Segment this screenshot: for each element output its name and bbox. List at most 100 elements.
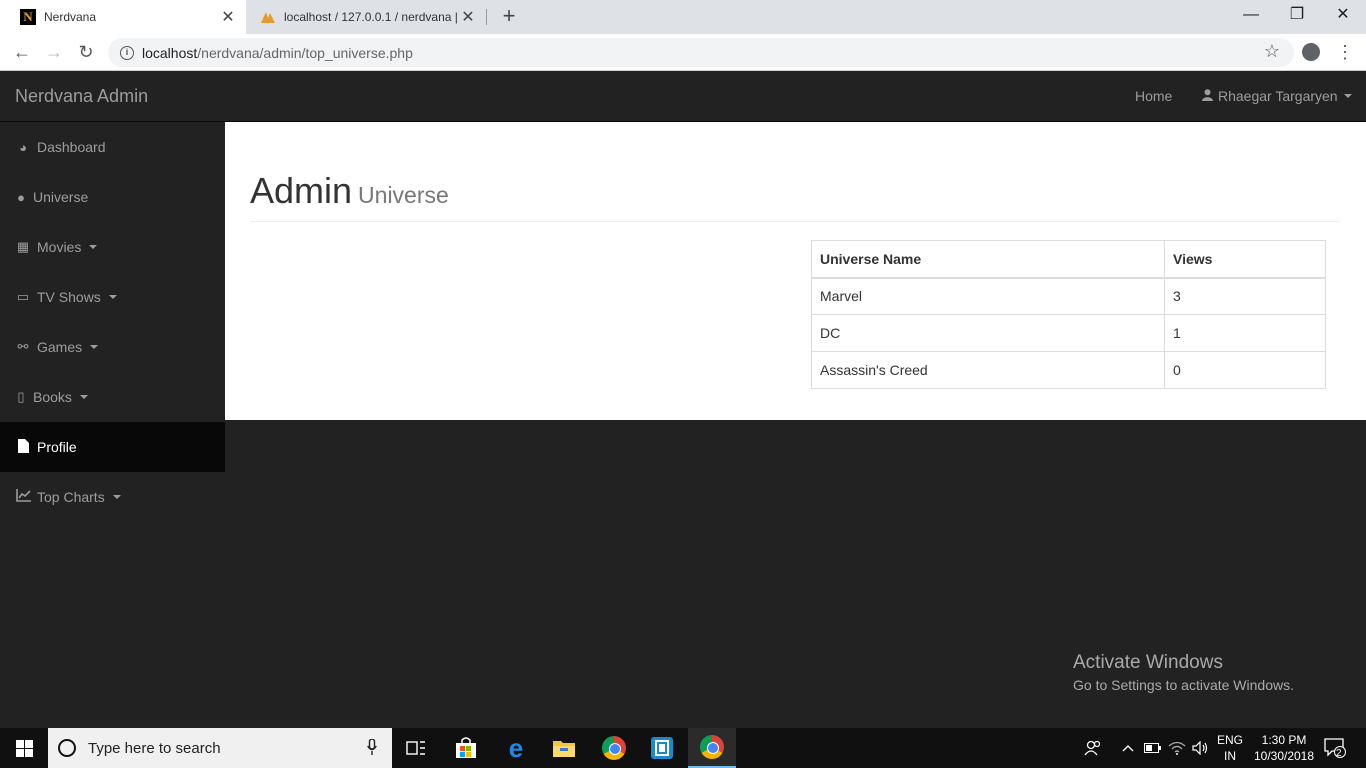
sidebar-item-tv-shows[interactable]: ▭ TV Shows (0, 272, 225, 322)
caret-down-icon (79, 395, 88, 399)
region-code: IN (1224, 749, 1236, 763)
views-cell: 1 (1164, 314, 1326, 352)
bookmark-star-icon[interactable]: ☆ (1264, 41, 1280, 62)
sidebar-item-books[interactable]: ▯ Books (0, 372, 225, 422)
gamepad-icon: ⚯ (17, 339, 29, 354)
taskbar-search-input[interactable]: Type here to search (48, 728, 392, 768)
sidebar-item-movies[interactable]: ▦ Movies (0, 222, 225, 272)
dashboard-icon: ◕ (19, 139, 27, 155)
volume-icon[interactable] (1192, 728, 1210, 768)
nerdvana-favicon-icon: N (20, 9, 36, 25)
url-host: localhost (142, 44, 198, 61)
store-icon[interactable] (442, 728, 490, 768)
tab-title: localhost / 127.0.0.1 / nerdvana | (284, 10, 458, 24)
close-window-icon[interactable]: ✕ (1320, 0, 1366, 30)
url-input[interactable]: i localhost/nerdvana/admin/top_universe.… (108, 38, 1294, 67)
language-code: ENG (1216, 733, 1243, 747)
restore-icon[interactable]: ❐ (1274, 0, 1320, 30)
windows-logo-icon (15, 739, 33, 757)
sidebar: ◕ Dashboard ● Universe ▦ Movies ▭ TV Sho… (0, 122, 225, 728)
page-title: Admin (250, 170, 353, 211)
column-header-universe-name: Universe Name (811, 240, 1165, 279)
action-center-icon[interactable]: 2 (1324, 728, 1346, 768)
sidebar-item-label: TV Shows (37, 289, 101, 305)
user-dropdown[interactable]: Rhaegar Targaryen (1202, 88, 1352, 104)
caret-down-icon (89, 245, 98, 249)
views-cell: 3 (1164, 277, 1326, 315)
table-row: Assassin's Creed 0 (811, 351, 1326, 389)
tab-nerdvana[interactable]: N Nerdvana ✕ (0, 0, 246, 34)
page-header: Admin Universe (250, 170, 1340, 222)
file-icon (15, 438, 31, 456)
sidebar-item-label: Universe (33, 189, 89, 205)
notification-count: 2 (1336, 748, 1342, 759)
people-icon[interactable] (1084, 728, 1102, 768)
universe-name-cell: Assassin's Creed (811, 351, 1165, 389)
main-content: Admin Universe Universe Name Views Marvel… (225, 122, 1366, 420)
sidebar-item-universe[interactable]: ● Universe (0, 172, 225, 222)
file-explorer-icon[interactable] (540, 728, 588, 768)
close-tab-icon[interactable]: ✕ (220, 7, 236, 27)
chrome-icon[interactable] (590, 728, 638, 768)
table-header-row: Universe Name Views (811, 240, 1326, 279)
address-bar: ← → ↻ i localhost/nerdvana/admin/top_uni… (0, 34, 1366, 71)
new-tab-icon[interactable]: + (498, 4, 520, 28)
tab-phpmyadmin[interactable]: localhost / 127.0.0.1 / nerdvana | ✕ (252, 0, 486, 34)
sidebar-item-top-charts[interactable]: Top Charts (0, 472, 225, 522)
tab-separator (486, 9, 487, 25)
table-row: Marvel 3 (811, 277, 1326, 315)
show-hidden-icons-icon[interactable] (1122, 728, 1134, 768)
caret-down-icon (90, 345, 99, 349)
universe-name-cell: DC (811, 314, 1165, 352)
profile-avatar-icon[interactable] (1302, 43, 1320, 61)
caret-down-icon (1343, 94, 1352, 98)
universe-table: Universe Name Views Marvel 3 DC 1 Assass… (811, 240, 1326, 389)
browser-menu-icon[interactable]: ⋮ (1336, 42, 1354, 62)
start-button[interactable] (0, 728, 48, 768)
minimize-icon[interactable]: — (1228, 0, 1274, 30)
microphone-icon[interactable] (362, 737, 382, 758)
chrome-active-icon[interactable] (688, 728, 736, 768)
watermark-subtitle: Go to Settings to activate Windows. (1073, 677, 1294, 693)
column-header-views: Views (1164, 240, 1326, 279)
close-tab-icon[interactable]: ✕ (460, 7, 476, 27)
user-icon (1202, 88, 1213, 104)
tab-title: Nerdvana (44, 10, 97, 24)
forward-icon[interactable]: → (40, 39, 68, 65)
views-cell: 0 (1164, 351, 1326, 389)
system-clock[interactable]: 1:30 PM 10/30/2018 (1252, 732, 1316, 764)
film-icon: ▦ (16, 239, 30, 254)
sidebar-item-profile[interactable]: Profile (0, 422, 225, 472)
desktop-icon: ▭ (16, 289, 30, 304)
clock-time: 1:30 PM (1261, 733, 1307, 747)
wifi-icon[interactable] (1168, 728, 1186, 768)
line-chart-icon (15, 489, 31, 505)
book-icon: ▯ (17, 389, 25, 404)
app-icon[interactable] (638, 728, 686, 768)
task-view-icon[interactable] (392, 728, 440, 768)
site-info-icon[interactable]: i (120, 45, 134, 60)
browser-tab-bar: N Nerdvana ✕ localhost / 127.0.0.1 / ner… (0, 0, 1366, 34)
sidebar-item-label: Movies (37, 239, 82, 255)
phpmyadmin-favicon-icon (260, 9, 276, 25)
page-subtitle: Universe (358, 182, 449, 208)
windows-taskbar: Type here to search e ENG IN 1:30 PM 10/… (0, 728, 1366, 768)
nav-home-link[interactable]: Home (1135, 88, 1172, 104)
user-name: Rhaegar Targaryen (1218, 88, 1338, 104)
back-icon[interactable]: ← (8, 39, 36, 65)
sidebar-item-label: Games (37, 339, 83, 355)
cortana-icon (58, 739, 76, 757)
globe-icon: ● (17, 189, 25, 205)
sidebar-item-dashboard[interactable]: ◕ Dashboard (0, 122, 225, 172)
app-navbar: Nerdvana Admin Home Rhaegar Targaryen (0, 71, 1366, 122)
caret-down-icon (112, 495, 121, 499)
watermark-title: Activate Windows (1073, 652, 1223, 673)
battery-icon[interactable] (1144, 728, 1162, 768)
edge-icon[interactable]: e (492, 728, 540, 768)
activate-windows-watermark: Activate Windows Go to Settings to activ… (1073, 652, 1294, 693)
sidebar-item-games[interactable]: ⚯ Games (0, 322, 225, 372)
reload-icon[interactable]: ↻ (72, 39, 100, 65)
brand-logo[interactable]: Nerdvana Admin (15, 86, 148, 107)
language-indicator[interactable]: ENG IN (1215, 732, 1245, 764)
caret-down-icon (108, 295, 117, 299)
